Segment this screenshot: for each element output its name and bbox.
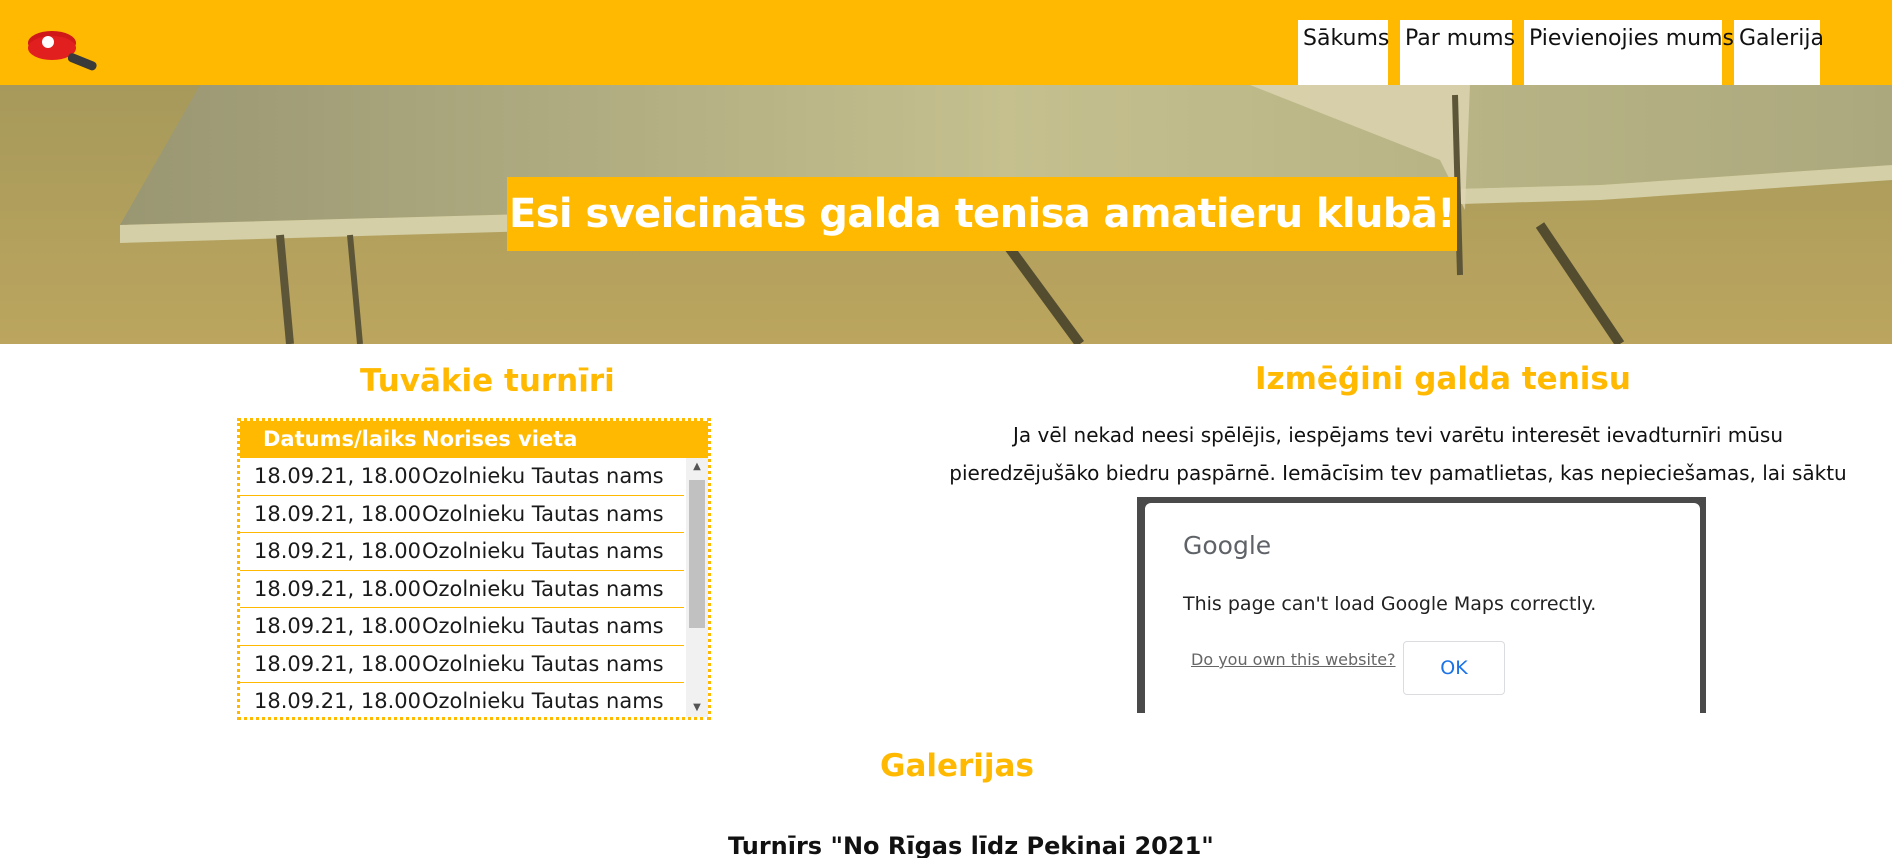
- cell-venue: Ozolnieku Tautas nams: [422, 689, 664, 713]
- cell-venue: Ozolnieku Tautas nams: [422, 539, 664, 563]
- nav-item-pievienojies[interactable]: Pievienojies mums: [1524, 20, 1734, 85]
- nav-item-galerija[interactable]: Galerija: [1734, 20, 1824, 85]
- cell-venue: Ozolnieku Tautas nams: [422, 501, 664, 526]
- cell-venue: Ozolnieku Tautas nams: [422, 651, 664, 676]
- cell-venue: Ozolnieku Tautas nams: [422, 614, 664, 638]
- table-row: 18.09.21, 18.00 Ozolnieku Tautas nams: [240, 458, 684, 496]
- map-error-dialog: Google This page can't load Google Maps …: [1145, 503, 1700, 713]
- own-website-link[interactable]: Do you own this website?: [1191, 650, 1396, 669]
- gallery-title: Galerijas: [880, 748, 1034, 784]
- google-map-embed[interactable]: Google This page can't load Google Maps …: [1137, 497, 1706, 713]
- cell-date: 18.09.21, 18.00: [254, 539, 421, 563]
- table-scrollbar[interactable]: ▲ ▼: [686, 458, 708, 717]
- table-row: 18.09.21, 18.00 Ozolnieku Tautas nams: [240, 683, 684, 717]
- nav-item-par-mums[interactable]: Par mums: [1400, 20, 1515, 85]
- gallery-subtitle: Turnīrs "No Rīgas līdz Pekinai 2021": [728, 832, 1214, 858]
- cell-venue: Ozolnieku Tautas nams: [422, 576, 664, 601]
- map-error-message: This page can't load Google Maps correct…: [1183, 593, 1597, 615]
- table-row: 18.09.21, 18.00 Ozolnieku Tautas nams: [240, 571, 684, 608]
- cell-date: 18.09.21, 18.00: [254, 651, 421, 676]
- scroll-up-arrow-icon[interactable]: ▲: [686, 458, 708, 476]
- column-header-venue: Norises vieta: [422, 427, 578, 451]
- cell-date: 18.09.21, 18.00: [254, 614, 421, 638]
- cell-venue: Ozolnieku Tautas nams: [422, 464, 664, 488]
- scroll-thumb[interactable]: [689, 480, 705, 628]
- tournaments-table: Datums/laiks Norises vieta 18.09.21, 18.…: [237, 418, 711, 720]
- ok-button[interactable]: OK: [1403, 641, 1505, 695]
- cell-date: 18.09.21, 18.00: [254, 501, 421, 526]
- ping-pong-paddle-icon[interactable]: [26, 28, 102, 72]
- cell-date: 18.09.21, 18.00: [254, 689, 421, 713]
- cell-date: 18.09.21, 18.00: [254, 464, 421, 488]
- table-row: 18.09.21, 18.00 Ozolnieku Tautas nams: [240, 496, 684, 533]
- cell-date: 18.09.21, 18.00: [254, 576, 421, 601]
- column-header-date: Datums/laiks: [263, 427, 417, 451]
- try-title: Izmēģini galda tenisu: [1255, 361, 1631, 397]
- main-nav: Sākums Par mums Pievienojies mums Galeri…: [1298, 20, 1832, 85]
- hero-banner: Esi sveicināts galda tenisa amatieru klu…: [0, 85, 1892, 344]
- nav-item-sakums[interactable]: Sākums: [1298, 20, 1389, 85]
- table-header: Datums/laiks Norises vieta: [240, 421, 708, 458]
- table-body[interactable]: 18.09.21, 18.00 Ozolnieku Tautas nams 18.…: [240, 458, 708, 717]
- table-row: 18.09.21, 18.00 Ozolnieku Tautas nams: [240, 608, 684, 646]
- table-row: 18.09.21, 18.00 Ozolnieku Tautas nams: [240, 533, 684, 571]
- scroll-down-arrow-icon[interactable]: ▼: [686, 699, 708, 717]
- google-logo: Google: [1183, 531, 1272, 560]
- site-header: Sākums Par mums Pievienojies mums Galeri…: [0, 0, 1892, 85]
- hero-title: Esi sveicināts galda tenisa amatieru klu…: [507, 177, 1457, 251]
- table-row: 18.09.21, 18.00 Ozolnieku Tautas nams: [240, 646, 684, 683]
- tournaments-title: Tuvākie turnīri: [360, 363, 615, 399]
